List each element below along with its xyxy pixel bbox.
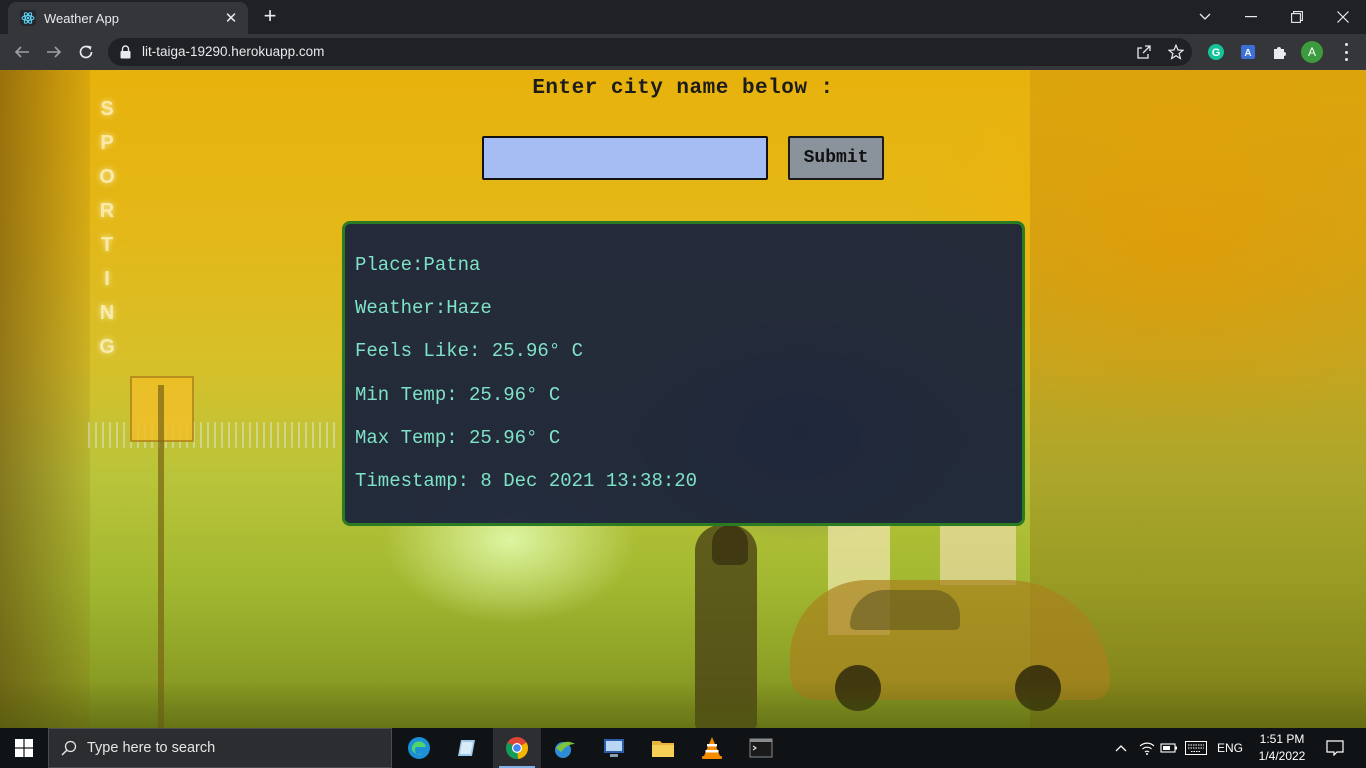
new-tab-button[interactable]: + [258, 5, 282, 29]
background-sporting-sign: S P O R T I N G [92, 98, 122, 370]
max-temp-text: Max Temp: 25.96° C [355, 426, 561, 449]
sign-letter: S [100, 98, 114, 120]
edge-app-icon[interactable] [395, 728, 443, 768]
extensions-puzzle-icon[interactable] [1270, 42, 1290, 62]
show-hidden-icons-chevron-icon[interactable] [1110, 728, 1132, 768]
svg-text:A: A [1244, 48, 1251, 59]
timestamp-text: Timestamp: 8 Dec 2021 13:38:20 [355, 469, 698, 492]
forward-icon[interactable] [40, 38, 68, 66]
feels-like-text: Feels Like: 25.96° C [355, 340, 584, 363]
address-bar[interactable]: lit-taiga-19290.herokuapp.com [108, 38, 1192, 66]
chrome-app-icon[interactable] [493, 728, 541, 768]
input-language-indicator[interactable]: ENG [1213, 728, 1247, 768]
background-shop-window [940, 525, 1016, 585]
city-name-input[interactable] [482, 136, 768, 180]
sign-letter: P [100, 132, 114, 154]
remote-desktop-icon[interactable] [590, 728, 638, 768]
weather-result-card: Place:Patna Weather:Haze Feels Like: 25.… [342, 221, 1025, 526]
sign-letter: O [99, 166, 115, 188]
place-text: Place:Patna [355, 254, 481, 276]
clock-time: 1:51 PM [1259, 732, 1305, 746]
tab-close-icon[interactable]: ✕ [220, 9, 242, 27]
page-heading: Enter city name below : [532, 77, 834, 100]
background-sign-pole [158, 385, 164, 728]
file-explorer-icon[interactable] [639, 728, 687, 768]
taskbar-clock[interactable]: 1:51 PM 1/4/2022 [1252, 731, 1312, 765]
svg-text:G: G [1212, 47, 1221, 59]
terminal-app-icon[interactable] [737, 728, 785, 768]
close-window-icon[interactable] [1320, 0, 1366, 34]
page-viewport: S P O R T I N G Enter city name below : … [0, 70, 1366, 728]
browser-tab[interactable]: Weather App ✕ [8, 2, 248, 34]
tab-search-icon[interactable] [1182, 0, 1228, 34]
wifi-icon[interactable] [1136, 728, 1158, 768]
background-car-window [850, 590, 960, 630]
restore-icon[interactable] [1274, 0, 1320, 34]
bookmark-star-icon[interactable] [1167, 43, 1185, 60]
clock-date: 1/4/2022 [1258, 749, 1306, 763]
background-building [0, 70, 90, 728]
vlc-app-icon[interactable] [688, 728, 736, 768]
sign-letter: N [99, 302, 115, 324]
sign-letter: T [100, 234, 114, 256]
windows-start-icon[interactable] [0, 728, 48, 768]
tab-title: Weather App [44, 10, 119, 26]
back-icon[interactable] [8, 38, 36, 66]
notifications-icon[interactable] [1320, 728, 1350, 768]
sign-letter: G [99, 336, 115, 358]
windows-taskbar: Type here to search ENG 1:51 PM 1/4/2022 [0, 728, 1366, 768]
reload-icon[interactable] [72, 38, 100, 66]
react-icon [20, 10, 36, 26]
browser-menu-icon[interactable] [1338, 43, 1354, 61]
background-string-lights [88, 422, 338, 448]
profile-avatar[interactable]: A [1301, 41, 1323, 63]
sign-letter: I [104, 268, 110, 290]
notepad-app-icon[interactable] [443, 728, 491, 768]
share-icon[interactable] [1136, 44, 1152, 60]
taskbar-search-box[interactable]: Type here to search [48, 728, 392, 768]
search-icon [61, 740, 77, 756]
minimize-icon[interactable] [1228, 0, 1274, 34]
search-placeholder: Type here to search [87, 740, 216, 756]
download-manager-icon[interactable] [541, 728, 589, 768]
sign-letter: R [99, 200, 115, 222]
translate-extension-icon[interactable]: A [1238, 42, 1258, 62]
url-text: lit-taiga-19290.herokuapp.com [142, 44, 325, 59]
submit-button[interactable]: Submit [788, 136, 884, 180]
min-temp-text: Min Temp: 25.96° C [355, 383, 561, 406]
grammarly-icon[interactable]: G [1206, 42, 1226, 62]
background-person-hood [712, 525, 748, 565]
browser-titlebar: Weather App ✕ + [0, 0, 1366, 34]
weather-text: Weather:Haze [355, 297, 492, 320]
keyboard-icon[interactable] [1183, 728, 1209, 768]
battery-icon[interactable] [1158, 728, 1180, 768]
lock-icon[interactable] [120, 45, 131, 64]
background-ground [0, 680, 1366, 728]
browser-toolbar: lit-taiga-19290.herokuapp.com G A A [0, 34, 1366, 70]
